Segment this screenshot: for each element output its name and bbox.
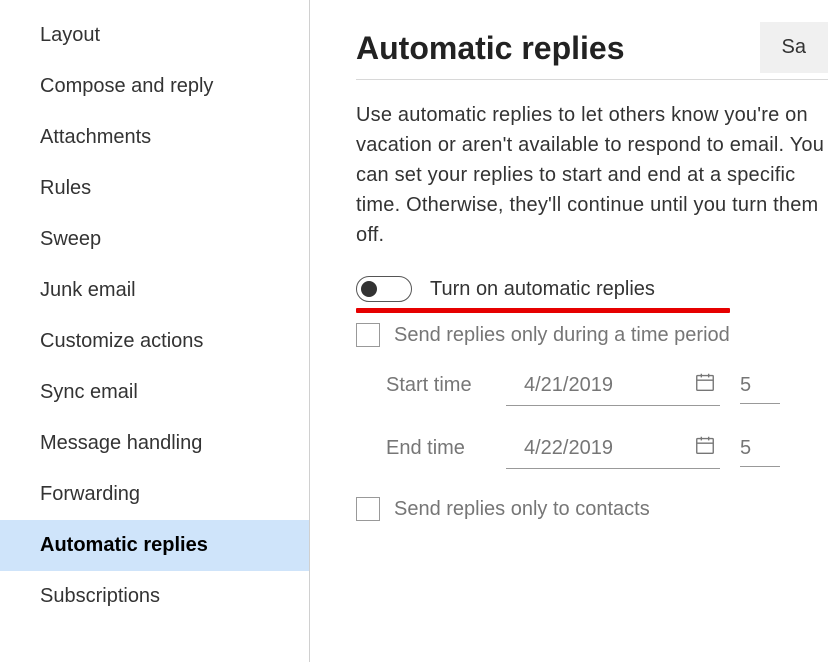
automatic-replies-toggle[interactable]	[356, 276, 412, 302]
end-date-value: 4/22/2019	[524, 437, 613, 460]
sidebar-item-message-handling[interactable]: Message handling	[0, 418, 309, 469]
sidebar-item-junk-email[interactable]: Junk email	[0, 265, 309, 316]
calendar-icon	[694, 434, 716, 462]
sidebar-item-layout[interactable]: Layout	[0, 10, 309, 61]
sidebar-item-compose-reply[interactable]: Compose and reply	[0, 61, 309, 112]
settings-sidebar: Layout Compose and reply Attachments Rul…	[0, 0, 310, 662]
calendar-icon	[694, 371, 716, 399]
start-date-field[interactable]: 4/21/2019	[506, 371, 720, 406]
save-button[interactable]: Sa	[760, 22, 828, 73]
time-period-checkbox[interactable]	[356, 323, 380, 347]
sidebar-item-forwarding[interactable]: Forwarding	[0, 469, 309, 520]
start-date-value: 4/21/2019	[524, 374, 613, 397]
divider	[356, 79, 828, 80]
sidebar-item-subscriptions[interactable]: Subscriptions	[0, 571, 309, 622]
contacts-only-label: Send replies only to contacts	[394, 498, 650, 521]
sidebar-item-customize-actions[interactable]: Customize actions	[0, 316, 309, 367]
toggle-label: Turn on automatic replies	[430, 278, 655, 301]
start-time-label: Start time	[386, 374, 506, 397]
time-period-label: Send replies only during a time period	[394, 324, 730, 347]
contacts-only-checkbox[interactable]	[356, 497, 380, 521]
sidebar-item-rules[interactable]: Rules	[0, 163, 309, 214]
end-time-field[interactable]: 5	[740, 437, 780, 467]
start-time-field[interactable]: 5	[740, 374, 780, 404]
highlight-underline	[356, 308, 730, 313]
sidebar-item-attachments[interactable]: Attachments	[0, 112, 309, 163]
sidebar-item-sync-email[interactable]: Sync email	[0, 367, 309, 418]
end-time-label: End time	[386, 437, 506, 460]
sidebar-item-automatic-replies[interactable]: Automatic replies	[0, 520, 309, 571]
page-title: Automatic replies	[356, 30, 625, 67]
sidebar-item-sweep[interactable]: Sweep	[0, 214, 309, 265]
end-date-field[interactable]: 4/22/2019	[506, 434, 720, 469]
automatic-replies-description: Use automatic replies to let others know…	[356, 100, 828, 250]
main-panel: Automatic replies Sa Use automatic repli…	[310, 0, 828, 662]
